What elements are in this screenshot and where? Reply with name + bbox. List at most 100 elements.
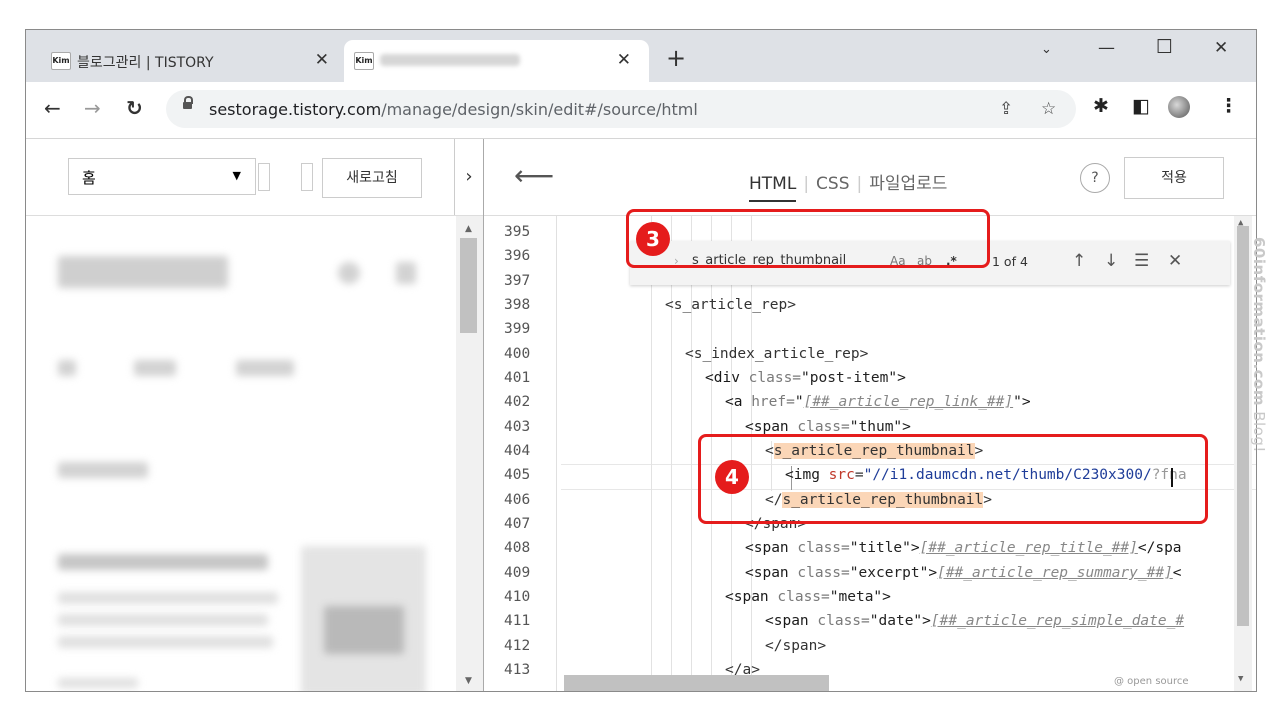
callout-badge-4: 4: [715, 460, 749, 494]
line-number: 411: [504, 613, 531, 629]
tab-file-upload[interactable]: 파일업로드: [869, 174, 947, 194]
callout-badge-3: 3: [636, 222, 670, 256]
blurred-post-excerpt: [58, 592, 278, 604]
tab-blog[interactable]: Kim ✕: [344, 40, 649, 82]
code-line-412: </span>: [765, 638, 827, 654]
blurred-nav-item: [236, 360, 294, 376]
code-line-398: <s_article_rep>: [665, 297, 796, 313]
line-number: 396: [504, 248, 531, 264]
find-in-selection-icon[interactable]: ☰: [1134, 251, 1149, 271]
help-icon[interactable]: ?: [1080, 163, 1110, 193]
tab-blog-admin[interactable]: Kim 블로그관리 | TISTORY ✕: [41, 40, 341, 82]
blog-preview: [26, 216, 456, 691]
line-number: 409: [504, 565, 531, 581]
preview-scrollbar[interactable]: ▲ ▼: [456, 216, 483, 691]
watermark: 60information.com Blog!: [1250, 237, 1268, 453]
code-line-400: <s_index_article_rep>: [685, 346, 869, 362]
line-number: 399: [504, 321, 531, 337]
scroll-down-icon[interactable]: ▼: [1238, 674, 1243, 684]
next-match-icon[interactable]: ↓: [1104, 251, 1118, 271]
blurred-nav-item: [58, 360, 76, 376]
page-select[interactable]: 홈 ▼: [68, 158, 256, 195]
new-tab-icon[interactable]: +: [666, 46, 686, 70]
blurred-post-date: [58, 678, 138, 688]
line-number: 407: [504, 516, 531, 532]
option-checkbox[interactable]: [301, 163, 313, 191]
preview-pane: 홈 ▼ 새로고침 › ▲ ▼: [26, 139, 483, 691]
code-line-410: <span class="meta">: [725, 589, 891, 605]
line-number: 402: [504, 394, 531, 410]
code-line-411: <span class="date">[##_article_rep_simpl…: [765, 613, 1185, 629]
tab-html[interactable]: HTML: [749, 174, 797, 202]
scroll-up-icon[interactable]: ▲: [465, 224, 472, 234]
scrollbar-thumb[interactable]: [460, 238, 477, 333]
line-number: 408: [504, 540, 531, 556]
apply-button[interactable]: 적용: [1124, 157, 1224, 199]
line-number: 412: [504, 638, 531, 654]
blurred-search-icon: [338, 262, 360, 284]
scrollbar-thumb[interactable]: [1237, 226, 1249, 626]
close-window-icon[interactable]: ✕: [1214, 38, 1228, 58]
close-tab-icon[interactable]: ✕: [617, 50, 631, 70]
share-icon[interactable]: ⇪: [999, 99, 1013, 119]
close-find-icon[interactable]: ✕: [1168, 251, 1182, 271]
forward-icon[interactable]: →: [84, 97, 101, 119]
caret-down-icon: ▼: [232, 169, 241, 182]
preview-toolbar: 홈 ▼ 새로고침 ›: [26, 139, 483, 216]
blurred-menu-icon: [396, 262, 416, 284]
code-line-401: <div class="post-item">: [705, 370, 906, 386]
bookmark-star-icon[interactable]: ☆: [1041, 99, 1056, 119]
refresh-button[interactable]: 새로고침: [322, 158, 422, 198]
back-arrow-icon[interactable]: ⟵: [514, 159, 554, 192]
close-tab-icon[interactable]: ✕: [315, 50, 329, 70]
tistory-favicon-icon: Kim: [51, 52, 71, 70]
blurred-post-title: [58, 554, 268, 570]
code-line-408: <span class="title">[##_article_rep_titl…: [745, 540, 1182, 556]
tab-search-chevron-icon[interactable]: ⌄: [1041, 42, 1052, 57]
back-icon[interactable]: ←: [44, 97, 61, 119]
url-text[interactable]: sestorage.tistory.com/manage/design/skin…: [209, 100, 698, 119]
line-number: 406: [504, 492, 531, 508]
profile-avatar[interactable]: [1168, 96, 1190, 118]
collapse-chevron-icon[interactable]: ›: [454, 139, 483, 215]
line-number: 400: [504, 346, 531, 362]
line-number: 401: [504, 370, 531, 386]
blurred-tab-title: [380, 54, 520, 66]
option-checkbox[interactable]: [258, 163, 270, 191]
editor-toolbar: ⟵ HTML | CSS | 파일업로드 ? 적용: [484, 139, 1256, 216]
page-select-value: 홈: [82, 169, 96, 187]
code-line-403: <span class="thum">: [745, 419, 911, 435]
line-number: 413: [504, 662, 531, 678]
blurred-post-excerpt: [58, 636, 273, 648]
side-panel-icon[interactable]: ◧: [1132, 95, 1150, 117]
minimize-icon[interactable]: —: [1098, 38, 1115, 58]
line-number: 397: [504, 273, 531, 289]
callout-box-thumbnail: [698, 434, 1208, 524]
line-number: 404: [504, 443, 531, 459]
blurred-section-title: [58, 462, 148, 478]
reload-icon[interactable]: ↻: [126, 97, 143, 119]
browser-window: Kim 블로그관리 | TISTORY ✕ Kim ✕ + ⌄ — ☐ ✕ ← …: [25, 29, 1257, 692]
address-bar[interactable]: sestorage.tistory.com/manage/design/skin…: [166, 90, 1076, 128]
tab-css[interactable]: CSS: [816, 174, 849, 194]
tab-separator: |: [856, 174, 863, 194]
menu-dots-icon[interactable]: ⋮: [1219, 95, 1238, 117]
editor-horizontal-scrollbar[interactable]: [564, 675, 829, 691]
code-line-409: <span class="excerpt">[##_article_rep_su…: [745, 565, 1182, 581]
tab-strip: Kim 블로그관리 | TISTORY ✕ Kim ✕ + ⌄ — ☐ ✕: [26, 30, 1256, 82]
extensions-puzzle-icon[interactable]: ✱: [1093, 95, 1109, 117]
maximize-icon[interactable]: ☐: [1156, 36, 1173, 58]
line-number: 403: [504, 419, 531, 435]
line-gutter: 395 396 397 398 399 400 401 402 403 404 …: [484, 216, 557, 691]
scroll-down-icon[interactable]: ▼: [465, 676, 472, 686]
lock-icon: [183, 96, 193, 109]
blurred-post-excerpt: [58, 614, 268, 626]
match-count: 1 of 4: [992, 254, 1028, 269]
previous-match-icon[interactable]: ↑: [1072, 251, 1086, 271]
code-line-402: <a href="[##_article_rep_link_##]">: [725, 394, 1031, 410]
line-number: 410: [504, 589, 531, 605]
blurred-thumbnail-text: [324, 606, 404, 654]
open-source-label[interactable]: @ open source: [1114, 676, 1189, 687]
tab-title: 블로그관리 | TISTORY: [77, 55, 214, 71]
line-number: 405: [504, 467, 531, 483]
